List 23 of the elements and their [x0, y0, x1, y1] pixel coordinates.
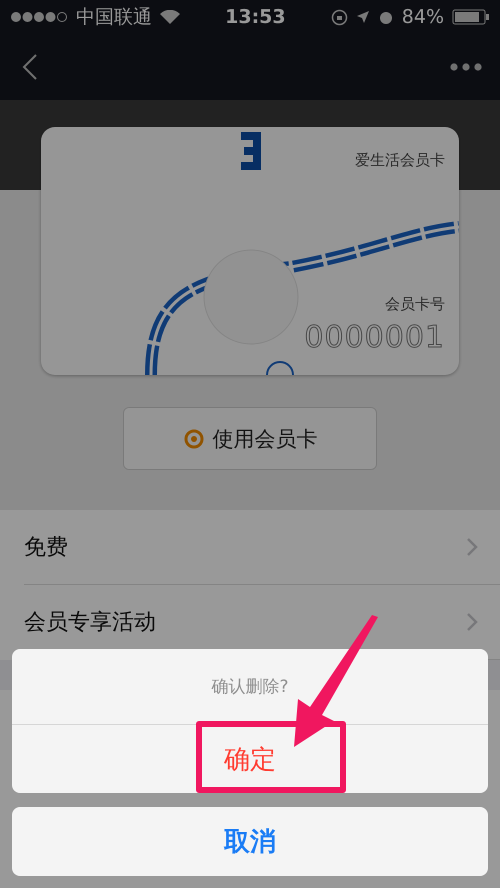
- battery-icon: [452, 9, 490, 25]
- carrier-name: 中国联通: [76, 5, 152, 30]
- wifi-icon: [160, 10, 180, 24]
- battery-percent: 84%: [402, 6, 444, 28]
- back-icon[interactable]: [22, 53, 38, 81]
- signal-icon: [10, 11, 68, 23]
- card-number: 0000001: [304, 320, 445, 355]
- menu-label: 会员专享活动: [24, 609, 156, 637]
- more-icon[interactable]: [450, 63, 482, 71]
- card-number-label: 会员卡号: [385, 295, 445, 314]
- menu-label: 免费: [24, 534, 68, 562]
- card-title: 爱生活会员卡: [355, 151, 445, 170]
- clock-time: 13:53: [225, 6, 286, 28]
- logo-icon: [241, 132, 261, 170]
- menu-row[interactable]: 免费: [24, 510, 500, 585]
- chevron-icon: [466, 612, 478, 632]
- target-icon: [182, 428, 204, 450]
- rotation-lock-icon: [330, 8, 348, 26]
- chevron-icon: [466, 537, 478, 557]
- confirm-button[interactable]: 确定: [12, 725, 488, 793]
- cancel-button[interactable]: 取消: [12, 807, 488, 876]
- location-icon: [356, 10, 370, 24]
- use-card-button[interactable]: 使用会员卡: [123, 407, 377, 470]
